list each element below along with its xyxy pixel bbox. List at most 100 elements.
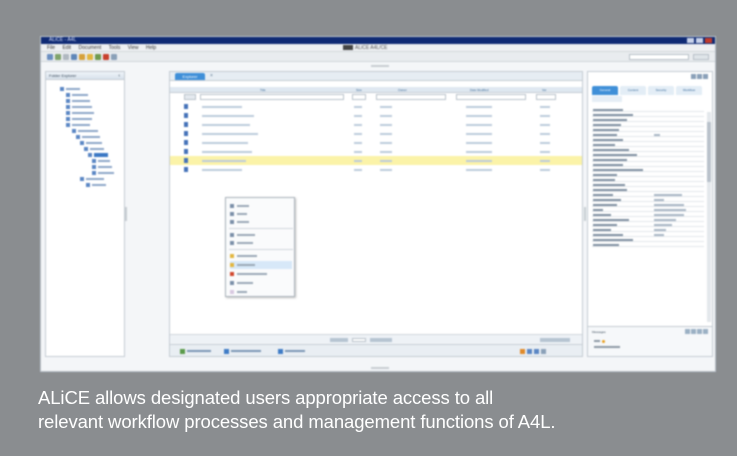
filter-owner-input[interactable] [376,94,446,100]
tool-icon[interactable] [691,329,696,334]
new-icon[interactable] [47,54,53,60]
tool-icon[interactable] [691,74,696,79]
context-menu-item[interactable] [230,239,292,247]
star-icon[interactable] [87,54,93,60]
tool-icon[interactable] [697,74,702,79]
context-menu-item[interactable] [230,270,292,278]
close-tab-icon[interactable]: × [210,74,213,79]
context-menu-item[interactable] [230,252,292,260]
page-number-input[interactable] [352,338,366,342]
property-row [592,218,704,223]
menu-tools[interactable]: Tools [109,44,121,52]
save-icon[interactable] [63,54,69,60]
tree-node[interactable] [66,122,90,127]
context-menu-item[interactable] [230,288,292,296]
tree-node[interactable] [72,128,98,133]
tab-content[interactable]: Content [620,86,646,95]
filter-version-input[interactable] [536,94,556,100]
splitter-handle[interactable] [371,65,389,67]
column-title[interactable]: Title [260,87,266,93]
tree-node[interactable] [76,134,100,139]
tree-node[interactable] [92,164,112,169]
tree-node[interactable] [80,176,104,181]
menu-help[interactable]: Help [146,44,156,52]
context-menu-item[interactable] [230,231,292,239]
bottom-tab-3[interactable] [278,348,305,354]
tree-node[interactable] [66,92,88,97]
panel-resize-handle[interactable] [584,207,586,221]
document-icon [184,149,188,154]
tree-node[interactable] [66,116,92,121]
menu-document[interactable]: Document [78,44,101,52]
tool-icon[interactable] [703,74,708,79]
search-button[interactable] [693,54,709,60]
scrollbar-thumb[interactable] [707,122,711,182]
table-row[interactable] [170,165,582,174]
tree-node[interactable] [60,86,80,91]
context-menu-item[interactable] [230,218,292,226]
panel-resize-handle[interactable] [125,207,127,221]
context-menu-item[interactable] [230,279,292,287]
table-row-selected[interactable] [170,156,582,165]
tree-node[interactable] [92,158,110,163]
close-button[interactable] [705,38,712,43]
tree-node[interactable] [66,98,90,103]
properties-scrollbar[interactable] [707,112,711,322]
tree-node[interactable] [86,182,106,187]
filter-size-input[interactable] [352,94,366,100]
minimize-button[interactable] [687,38,694,43]
context-menu-item[interactable] [230,210,292,218]
table-row[interactable] [170,102,582,111]
property-row [592,128,704,133]
tool-icon[interactable] [685,329,690,334]
refresh-icon[interactable] [95,54,101,60]
tool-icon[interactable] [703,329,708,334]
table-row[interactable] [170,147,582,156]
search-input[interactable] [629,54,689,60]
bottom-tab-2[interactable] [224,348,261,354]
column-size[interactable]: Size [356,87,362,93]
filter-date-input[interactable] [456,94,526,100]
table-row[interactable] [170,138,582,147]
menu-file[interactable]: File [47,44,55,52]
tree-node[interactable] [84,146,104,151]
prev-page-button[interactable] [330,338,348,342]
collapse-icon[interactable]: ‹ [118,72,120,80]
column-owner[interactable]: Owner [398,87,407,93]
maximize-button[interactable] [696,38,703,43]
tree-node[interactable] [66,110,94,115]
tab-security[interactable]: Security [648,86,674,95]
property-row [592,238,704,243]
menu-edit[interactable]: Edit [62,44,71,52]
splitter-handle[interactable] [371,367,389,369]
table-row[interactable] [170,111,582,120]
delete-icon[interactable] [103,54,109,60]
context-menu-item-highlighted[interactable] [230,261,292,269]
tab-explorer[interactable]: Explorer [175,73,205,80]
tool-icon[interactable] [697,329,702,334]
tab-general[interactable]: General [592,86,618,95]
tab-workflow[interactable]: Workflow [676,86,702,95]
context-menu-item[interactable] [230,202,292,210]
next-page-button[interactable] [370,338,392,342]
filter-title-input[interactable] [200,94,344,100]
bottom-actions[interactable] [520,348,548,354]
bottom-tab-1[interactable] [180,348,211,354]
settings-icon[interactable] [111,54,117,60]
tree-node[interactable] [66,104,92,109]
column-date-modified[interactable]: Date Modified [470,87,489,93]
print-icon[interactable] [71,54,77,60]
filter-button[interactable] [184,94,196,100]
open-icon[interactable] [55,54,61,60]
menu-item-icon [230,212,234,216]
properties-subtab[interactable] [592,96,622,102]
tree-node[interactable] [92,170,114,175]
property-row [592,243,704,248]
tree-node[interactable] [80,140,102,145]
table-row[interactable] [170,129,582,138]
table-row[interactable] [170,120,582,129]
column-version[interactable]: Ver [542,87,547,93]
folder-icon[interactable] [79,54,85,60]
tree-node-selected[interactable] [88,152,108,157]
menu-view[interactable]: View [128,44,139,52]
